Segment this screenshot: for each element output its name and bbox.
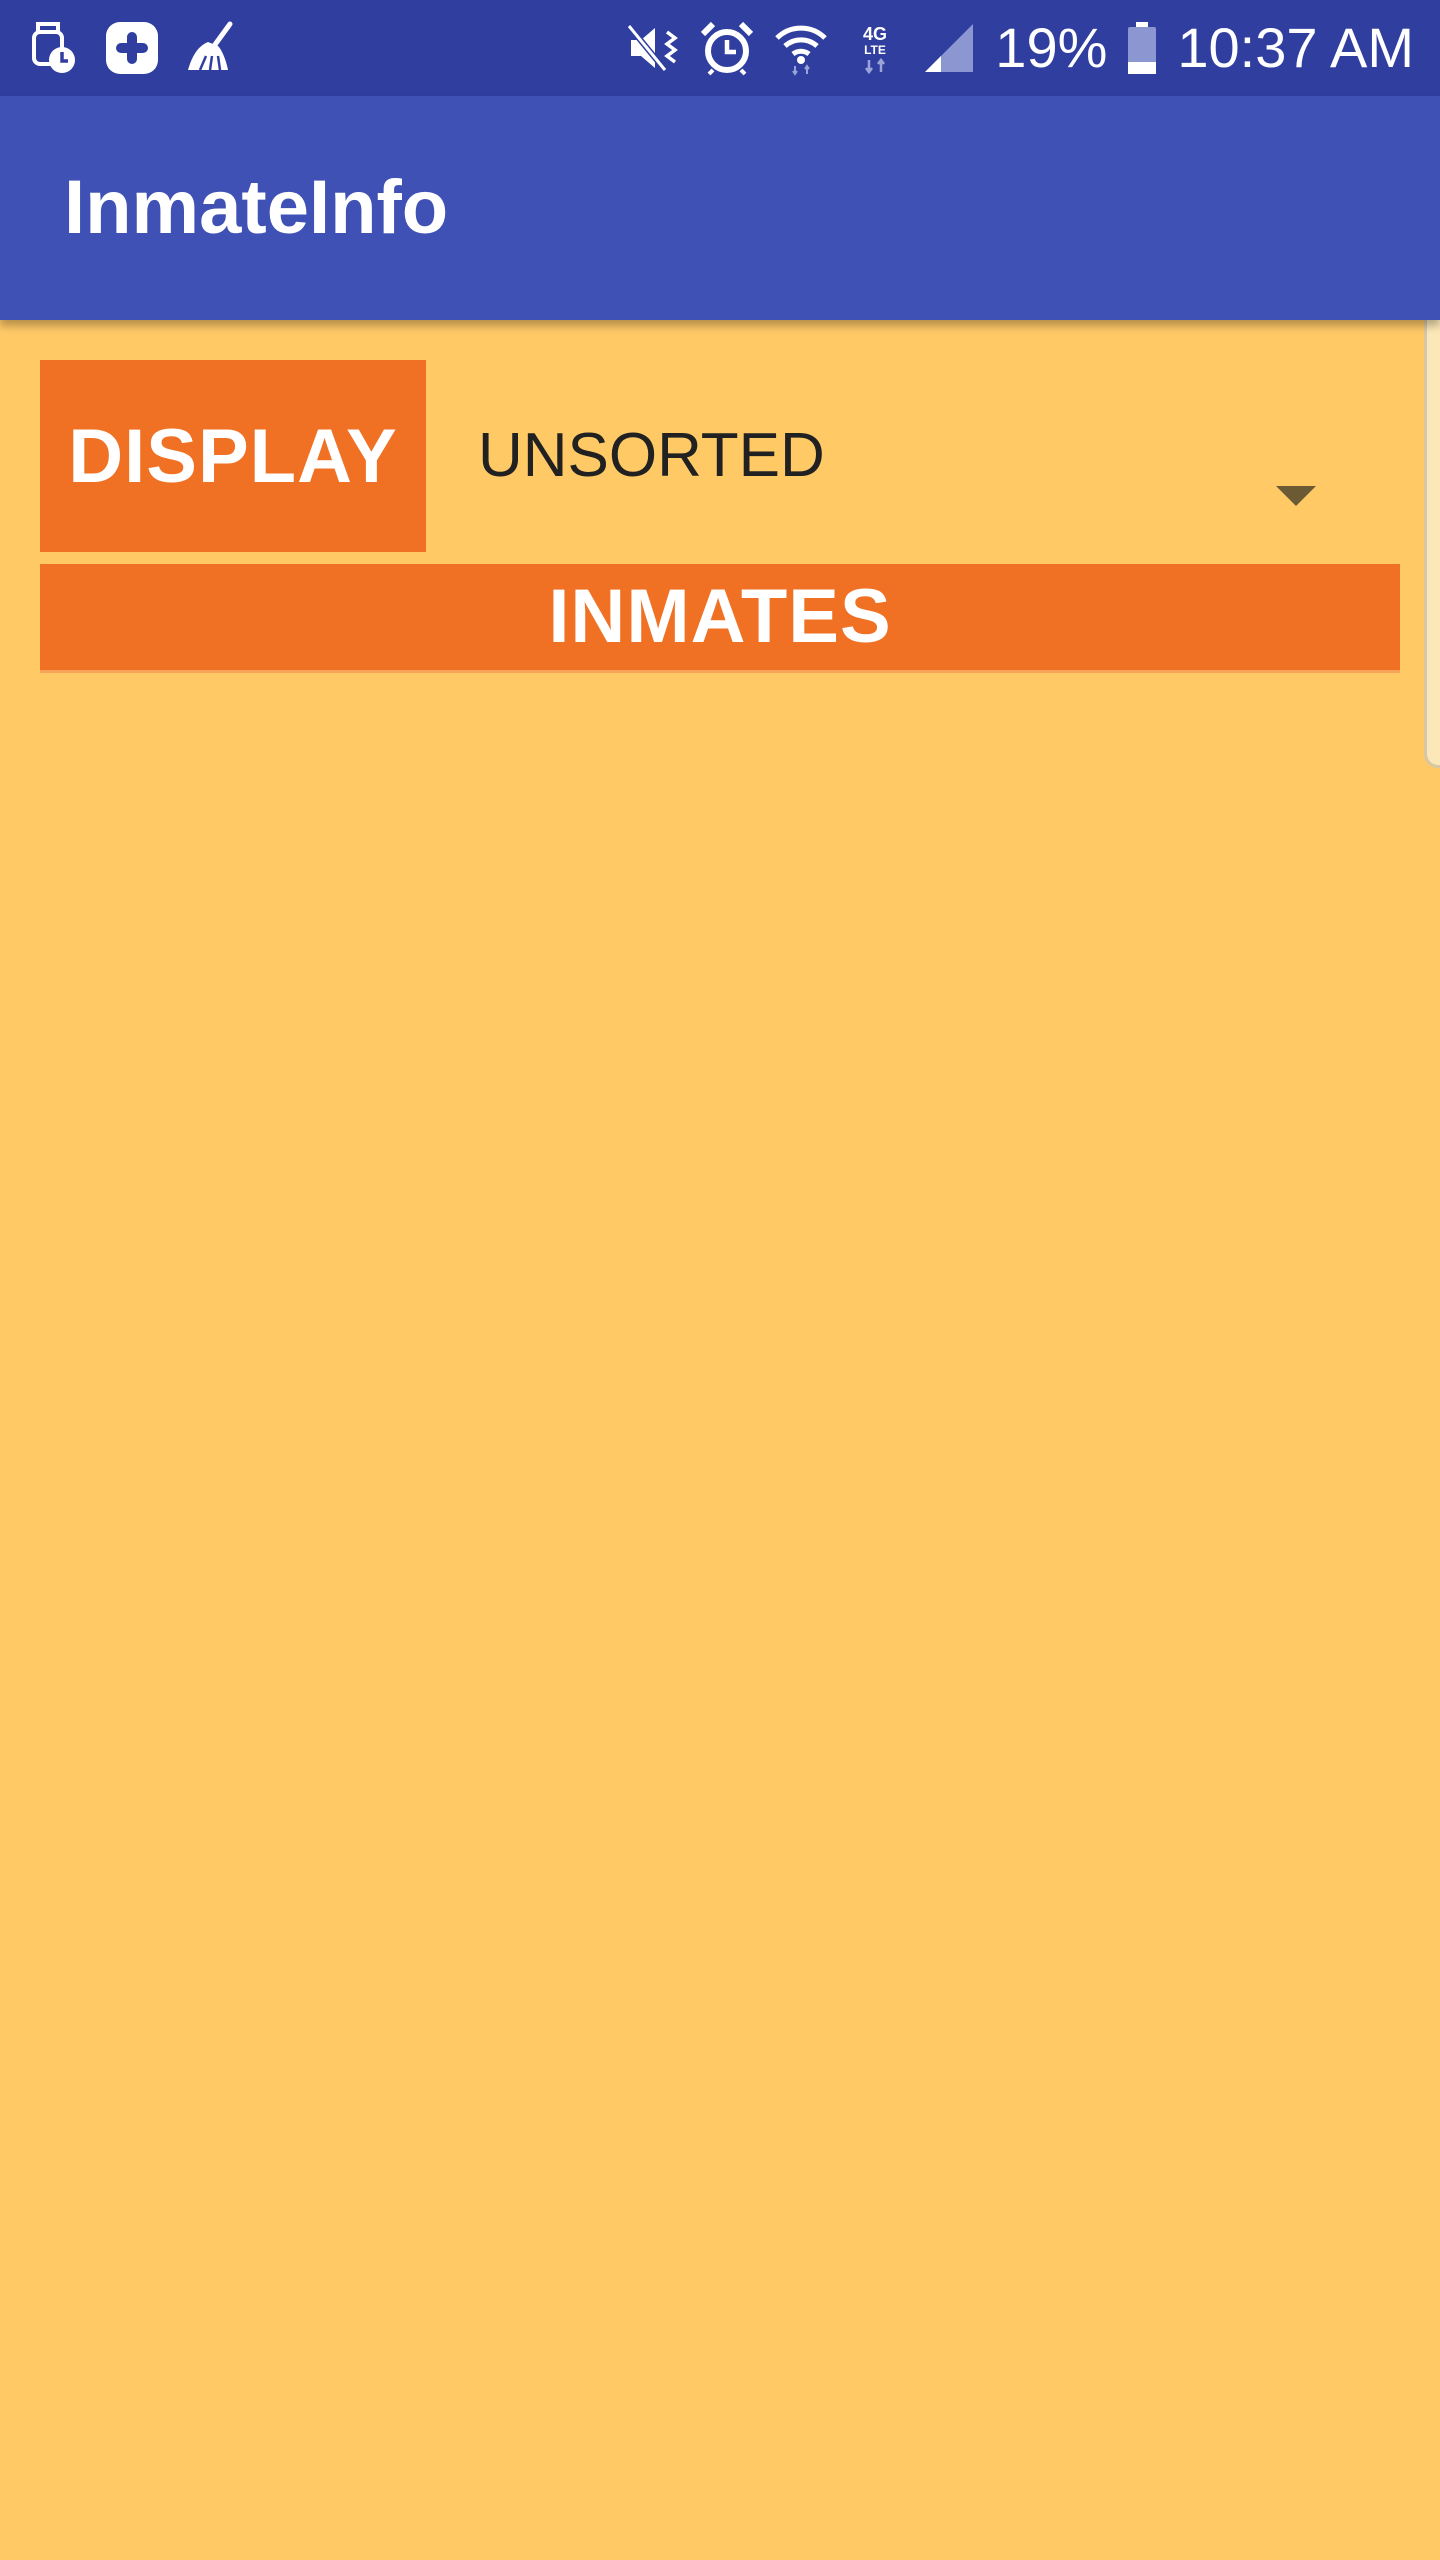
app-title: InmateInfo xyxy=(64,165,449,250)
watch-clock-icon xyxy=(24,20,80,76)
system-icons: 4G LTE 19% 10:37 AM xyxy=(625,14,1414,82)
mute-vibrate-icon xyxy=(625,20,681,76)
notification-icons xyxy=(24,18,240,78)
svg-text:LTE: LTE xyxy=(864,43,886,57)
display-button[interactable]: DISPLAY xyxy=(40,360,426,552)
sort-dropdown[interactable]: UNSORTED xyxy=(458,360,1368,552)
inmates-header: INMATES xyxy=(40,564,1400,673)
medical-plus-icon xyxy=(104,20,160,76)
clock: 10:37 AM xyxy=(1177,16,1414,79)
edge-panel-handle[interactable] xyxy=(1424,290,1440,768)
signal-icon xyxy=(921,20,977,76)
sort-dropdown-value: UNSORTED xyxy=(478,421,825,490)
status-bar: 4G LTE 19% 10:37 AM xyxy=(0,0,1440,96)
svg-text:4G: 4G xyxy=(863,24,887,44)
4g-lte-icon: 4G LTE xyxy=(847,20,903,76)
battery-percent: 19% xyxy=(995,16,1108,79)
main-content: DISPLAY UNSORTED INMATES xyxy=(0,320,1440,2560)
alarm-icon xyxy=(699,20,755,76)
battery-icon xyxy=(1125,20,1159,76)
dropdown-arrow-icon xyxy=(1276,486,1316,506)
wifi-icon xyxy=(773,20,829,76)
app-bar: InmateInfo xyxy=(0,96,1440,320)
broom-icon xyxy=(184,20,240,76)
